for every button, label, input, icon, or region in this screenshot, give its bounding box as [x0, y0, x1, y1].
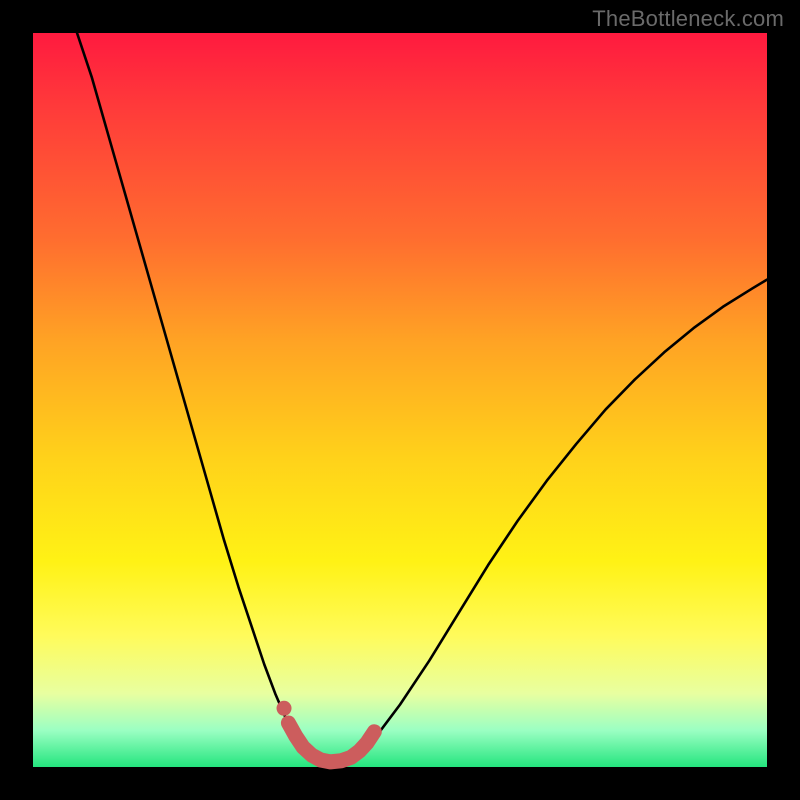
bottleneck-curve: [77, 33, 767, 762]
bottleneck-highlight-segment: [288, 723, 374, 762]
bottleneck-marker-dot: [277, 701, 292, 716]
chart-curve-layer: [33, 33, 767, 767]
watermark-text: TheBottleneck.com: [592, 6, 784, 32]
chart-frame: TheBottleneck.com: [0, 0, 800, 800]
